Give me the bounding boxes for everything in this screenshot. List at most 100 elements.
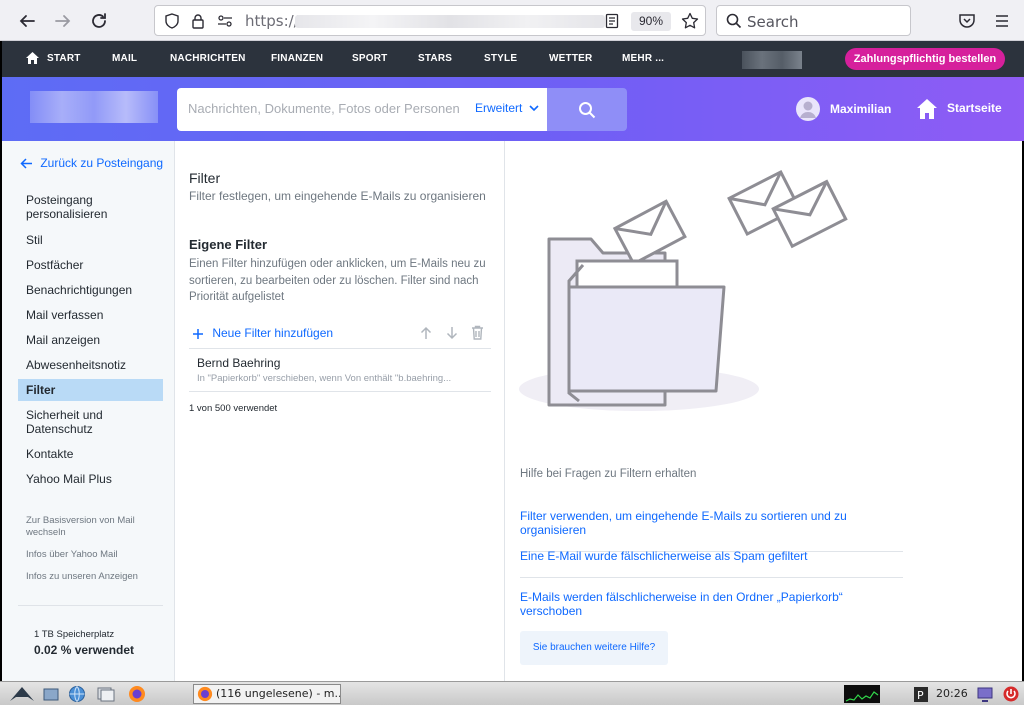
firefox-launcher-icon[interactable] (128, 685, 146, 703)
arrow-left-icon (20, 158, 32, 169)
storage-label: 1 TB Speicherplatz (34, 629, 115, 640)
reload-icon[interactable] (87, 9, 111, 33)
home-small-icon (26, 52, 39, 64)
folder-envelopes-illustration (519, 169, 848, 411)
back-to-inbox-link[interactable]: Zurück zu Posteingang (20, 156, 163, 170)
filter-description: In "Papierkorb" verschieben, wenn Von en… (197, 373, 452, 384)
mail-search-placeholder: Nachrichten, Dokumente, Fotos oder Perso… (188, 101, 460, 116)
sidebar-item-view-mail[interactable]: Mail anzeigen (18, 329, 163, 351)
url-redacted (295, 15, 605, 28)
help-intro: Hilfe bei Fragen zu Filtern erhalten (520, 468, 697, 480)
portal-nav-stars[interactable]: STARS (418, 53, 452, 64)
advanced-search-toggle[interactable]: Erweitert (475, 101, 539, 115)
browser-search-bar[interactable]: Search (716, 5, 911, 36)
basic-version-link[interactable]: Zur Basisversion von Mail wechseln (26, 515, 151, 539)
filter-name: Bernd Baehring (197, 356, 281, 370)
search-icon (726, 13, 742, 29)
sidebar-item-compose[interactable]: Mail verfassen (18, 304, 163, 326)
portal-nav-redacted (742, 51, 802, 69)
url-text: https:// (245, 12, 299, 30)
power-icon[interactable] (1002, 685, 1020, 703)
mail-header: Nachrichten, Dokumente, Fotos oder Perso… (0, 77, 1024, 141)
mail-search-input[interactable]: Nachrichten, Dokumente, Fotos oder Perso… (177, 88, 547, 131)
zoom-level[interactable]: 90% (631, 12, 671, 31)
portal-nav-nachrichten[interactable]: NACHRICHTEN (170, 53, 246, 64)
back-arrow-icon[interactable] (15, 9, 39, 33)
portal-nav-sport[interactable]: SPORT (352, 53, 387, 64)
globe-icon[interactable] (68, 685, 86, 703)
sidebar-item-contacts[interactable]: Kontakte (18, 443, 163, 465)
sidebar-item-mailboxes[interactable]: Postfächer (18, 254, 163, 276)
browser-toolbar: https:// 90% Search (0, 0, 1024, 41)
clock: 20:26 (936, 687, 968, 700)
file-manager-icon[interactable] (97, 685, 115, 703)
taskbar-firefox-window[interactable]: (116 ungelesene) - m... (193, 684, 341, 704)
taskbar: (116 ungelesene) - m... P 20:26 (0, 681, 1024, 705)
browser-search-placeholder: Search (747, 13, 799, 31)
reader-view-icon[interactable] (605, 13, 619, 29)
home-link[interactable]: Startseite (947, 101, 1002, 115)
firefox-icon (197, 686, 213, 702)
own-filters-description: Einen Filter hinzufügen oder anklicken, … (189, 258, 486, 303)
plus-icon (193, 328, 203, 339)
add-filter-label: Neue Filter hinzufügen (212, 326, 334, 340)
display-icon[interactable] (976, 685, 994, 703)
portal-nav-start[interactable]: START (47, 53, 81, 64)
advanced-search-label: Erweitert (475, 101, 523, 115)
user-icon (800, 101, 816, 118)
search-icon (579, 101, 596, 118)
add-filter-button[interactable]: Neue Filter hinzufügen (193, 326, 333, 340)
mail-logo[interactable] (30, 91, 158, 123)
page-subtitle: Filter festlegen, um eingehende E-Mails … (189, 189, 486, 203)
arrow-down-icon[interactable] (446, 326, 458, 340)
help-link-trash[interactable]: E-Mails werden fälschlicherweise in den … (520, 590, 903, 632)
page-title: Filter (189, 170, 221, 186)
portal-nav-mehr[interactable]: MEHR ... (622, 53, 664, 64)
storage-usage: 0.02 % verwendet (34, 643, 135, 657)
sidebar-item-vacation[interactable]: Abwesenheitsnotiz (18, 354, 163, 376)
own-filters-heading: Eigene Filter (189, 237, 268, 252)
more-help-button[interactable]: Sie brauchen weitere Hilfe? (520, 631, 668, 665)
chevron-down-icon (529, 105, 539, 112)
start-menu-icon[interactable] (8, 685, 36, 703)
forward-arrow-icon[interactable] (51, 9, 75, 33)
about-mail-link[interactable]: Infos über Yahoo Mail (26, 549, 118, 561)
svg-text:P: P (917, 689, 924, 702)
user-name[interactable]: Maximilian (830, 102, 891, 116)
shield-icon[interactable] (164, 13, 180, 29)
portal-nav-wetter[interactable]: WETTER (549, 53, 592, 64)
about-ads-link[interactable]: Infos zu unseren Anzeigen (26, 571, 138, 583)
network-monitor-icon (844, 685, 880, 703)
portal-nav-style[interactable]: STYLE (484, 53, 517, 64)
menu-icon[interactable] (994, 13, 1010, 29)
sidebar-item-security[interactable]: Sicherheit und Datenschutz (18, 404, 163, 440)
sidebar-item-style[interactable]: Stil (18, 229, 163, 251)
permissions-icon[interactable] (217, 14, 233, 28)
help-panel: Hilfe bei Fragen zu Filtern erhalten Fil… (505, 141, 1024, 681)
filter-usage-count: 1 von 500 verwendet (189, 403, 278, 414)
filter-list-item[interactable]: Bernd Baehring In "Papierkorb" verschieb… (189, 348, 491, 392)
settings-sidebar: Zurück zu Posteingang Posteingang person… (0, 141, 175, 681)
portal-nav-mail[interactable]: MAIL (112, 53, 137, 64)
lock-icon[interactable] (191, 13, 205, 29)
trash-icon[interactable] (471, 325, 484, 340)
taskbar-window-title: (116 ungelesene) - m... (216, 687, 341, 700)
sidebar-item-mail-plus[interactable]: Yahoo Mail Plus (18, 468, 163, 490)
filter-panel: Filter Filter festlegen, um eingehende E… (175, 141, 505, 681)
sidebar-item-notifications[interactable]: Benachrichtigungen (18, 279, 163, 301)
mail-search-button[interactable] (547, 88, 627, 131)
hide-windows-icon[interactable] (42, 685, 60, 703)
help-link-use-filters[interactable]: Filter verwenden, um eingehende E-Mails … (520, 509, 903, 552)
sidebar-item-personalize[interactable]: Posteingang personalisieren (18, 189, 163, 225)
sidebar-item-filters[interactable]: Filter (18, 379, 163, 401)
home-icon[interactable] (916, 98, 938, 120)
bookmark-star-icon[interactable] (681, 12, 699, 30)
url-bar[interactable]: https:// 90% (154, 5, 706, 36)
help-link-spam[interactable]: Eine E-Mail wurde fälschlicherweise als … (520, 549, 903, 578)
portal-nav-finanzen[interactable]: FINANZEN (271, 53, 323, 64)
pocket-icon[interactable] (958, 12, 976, 30)
arrow-up-icon[interactable] (420, 326, 432, 340)
subscribe-button[interactable]: Zahlungspflichtig bestellen (845, 48, 1005, 70)
avatar[interactable] (796, 97, 820, 121)
clipboard-icon[interactable]: P (912, 685, 930, 703)
